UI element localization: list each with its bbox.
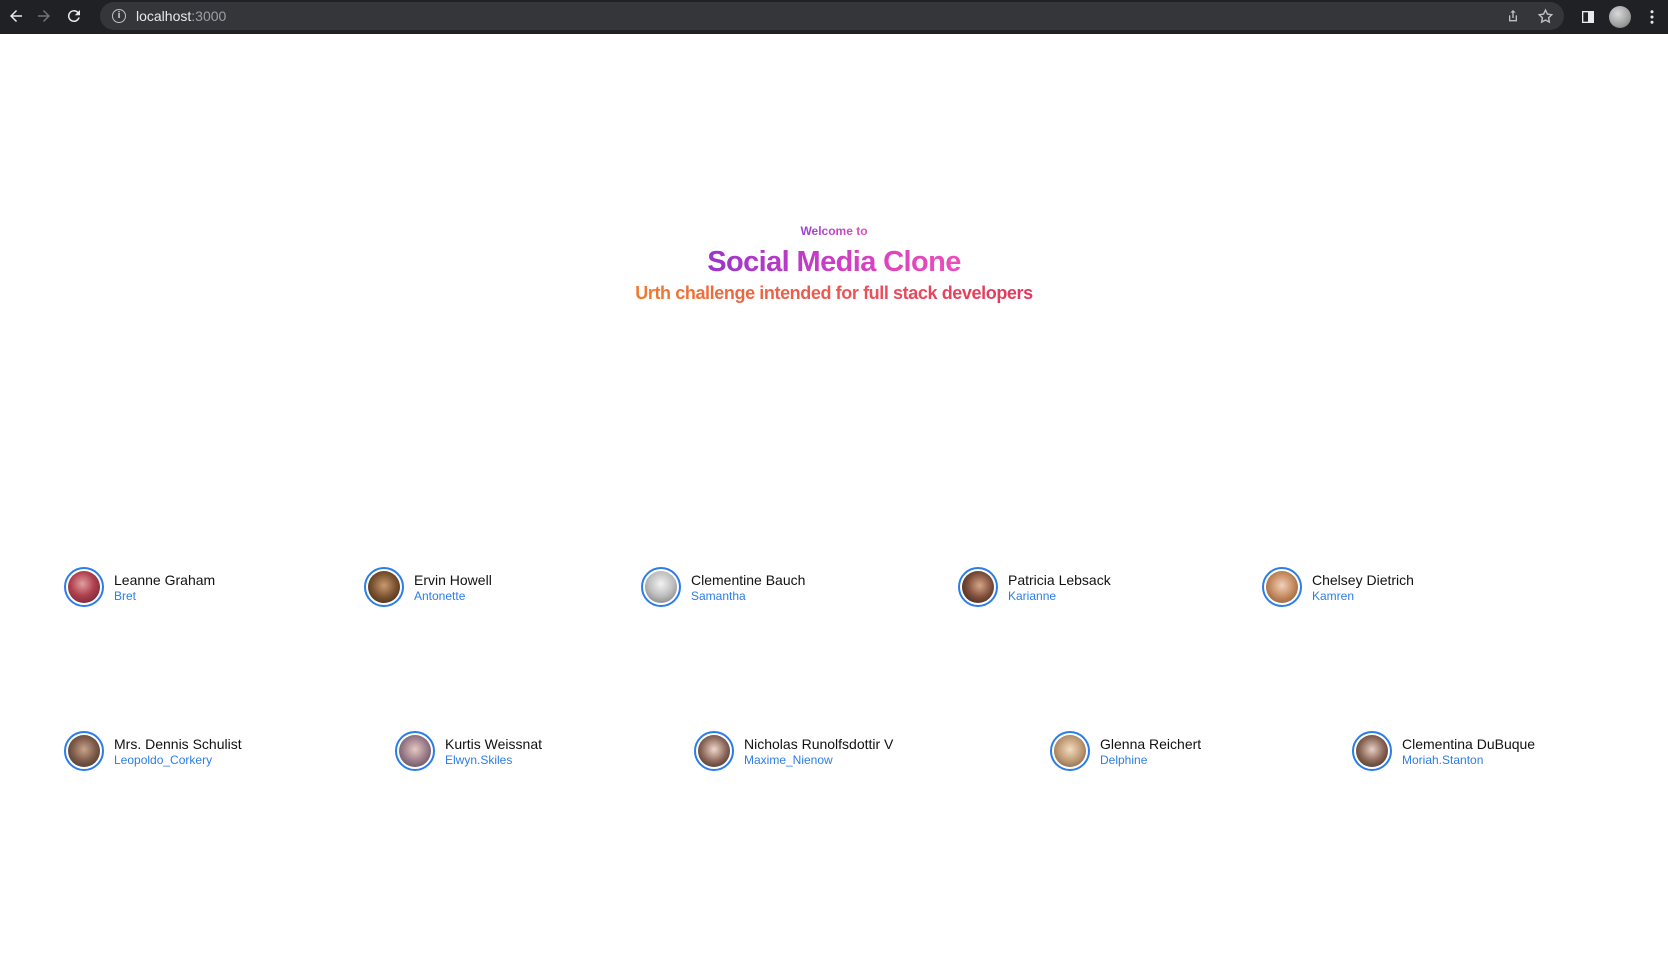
browser-toolbar: i localhost:3000 (0, 0, 1668, 34)
user-avatar[interactable] (64, 567, 104, 607)
user-avatar[interactable] (958, 567, 998, 607)
user-card[interactable]: Kurtis Weissnat Elwyn.Skiles (395, 731, 542, 771)
user-avatar[interactable] (1050, 731, 1090, 771)
url-text: localhost:3000 (136, 8, 226, 24)
welcome-text: Welcome to (800, 224, 868, 238)
user-username[interactable]: Delphine (1100, 754, 1201, 766)
user-name: Glenna Reichert (1100, 735, 1202, 752)
user-name: Patricia Lebsack (1008, 571, 1111, 588)
user-card[interactable]: Patricia Lebsack Karianne (958, 567, 1111, 607)
user-username[interactable]: Samantha (691, 590, 805, 602)
bookmark-star-icon[interactable] (1536, 7, 1554, 25)
user-username[interactable]: Karianne (1008, 590, 1111, 602)
page-title: Social Media Clone (707, 246, 961, 278)
reload-icon[interactable] (58, 0, 90, 32)
url-host: localhost (136, 8, 192, 24)
user-name: Chelsey Dietrich (1312, 571, 1414, 588)
user-name: Clementina DuBuque (1402, 735, 1536, 752)
user-card[interactable]: Ervin Howell Antonette (364, 567, 492, 607)
forward-icon[interactable] (28, 0, 60, 32)
user-username[interactable]: Leopoldo_Corkery (114, 754, 242, 766)
user-avatar[interactable] (364, 567, 404, 607)
user-avatar[interactable] (641, 567, 681, 607)
address-bar[interactable]: i localhost:3000 (100, 2, 1564, 30)
user-card[interactable]: Mrs. Dennis Schulist Leopoldo_Corkery (64, 731, 242, 771)
profile-avatar-icon[interactable] (1604, 1, 1636, 33)
user-username[interactable]: Bret (114, 590, 215, 602)
user-card[interactable]: Glenna Reichert Delphine (1050, 731, 1201, 771)
user-username[interactable]: Kamren (1312, 590, 1414, 602)
user-username[interactable]: Antonette (414, 590, 492, 602)
user-card[interactable]: Nicholas Runolfsdottir V Maxime_Nienow (694, 731, 893, 771)
user-card[interactable]: Chelsey Dietrich Kamren (1262, 567, 1414, 607)
user-username[interactable]: Maxime_Nienow (744, 754, 893, 766)
side-panel-icon[interactable] (1572, 1, 1604, 33)
user-name: Leanne Graham (114, 571, 216, 588)
page-subtitle: Urth challenge intended for full stack d… (635, 283, 1033, 303)
user-name: Nicholas Runolfsdottir V (744, 735, 894, 752)
user-username[interactable]: Elwyn.Skiles (445, 754, 542, 766)
more-menu-icon[interactable] (1636, 1, 1668, 33)
user-name: Mrs. Dennis Schulist (114, 735, 242, 752)
user-name: Clementine Bauch (691, 571, 806, 588)
user-name: Ervin Howell (414, 571, 492, 588)
user-username[interactable]: Moriah.Stanton (1402, 754, 1535, 766)
site-info-icon[interactable]: i (112, 9, 126, 23)
url-port: :3000 (191, 8, 227, 24)
user-card[interactable]: Clementine Bauch Samantha (641, 567, 805, 607)
user-card[interactable]: Clementina DuBuque Moriah.Stanton (1352, 731, 1535, 771)
user-avatar[interactable] (64, 731, 104, 771)
user-avatar[interactable] (1262, 567, 1302, 607)
user-avatar[interactable] (694, 731, 734, 771)
user-name: Kurtis Weissnat (445, 735, 542, 752)
share-icon[interactable] (1504, 7, 1522, 25)
hero-section: Welcome to Social Media Clone Urth chall… (0, 222, 1668, 304)
user-avatar[interactable] (1352, 731, 1392, 771)
user-card[interactable]: Leanne Graham Bret (64, 567, 215, 607)
user-avatar[interactable] (395, 731, 435, 771)
